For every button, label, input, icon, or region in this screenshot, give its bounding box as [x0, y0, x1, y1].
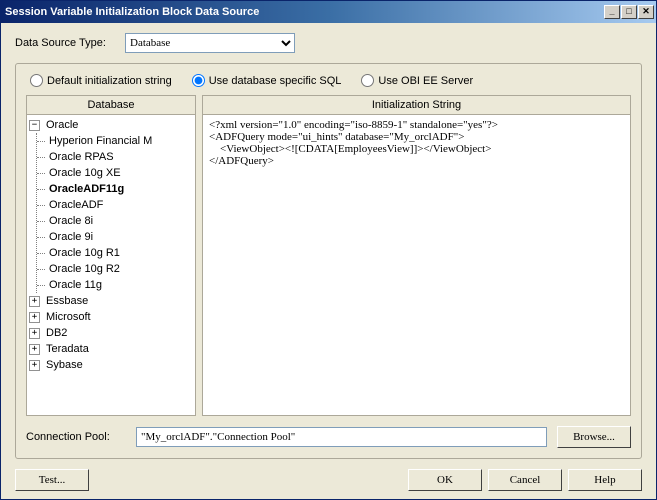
tree-sibling[interactable]: DB2	[29, 325, 195, 341]
radio-obiee-input[interactable]	[361, 74, 374, 87]
tree-child-label: Oracle 9i	[47, 231, 95, 243]
tree-child-label: Oracle 10g R1	[47, 247, 122, 259]
dialog-footer: Test... OK Cancel Help	[15, 469, 642, 491]
radio-dbspecific-input[interactable]	[192, 74, 205, 87]
panels-container: Database Oracle Hyperion Financial MOrac…	[26, 95, 631, 416]
tree-sibling-label: Teradata	[44, 343, 91, 355]
ok-button[interactable]: OK	[408, 469, 482, 491]
tree-child-label: OracleADF11g	[47, 183, 126, 195]
tree-child[interactable]: Oracle 8i	[47, 213, 195, 229]
tree-toggle-icon[interactable]	[29, 328, 40, 339]
tree-toggle-icon[interactable]	[29, 120, 40, 131]
radio-db-specific[interactable]: Use database specific SQL	[192, 74, 342, 87]
tree-child-label: Oracle RPAS	[47, 151, 116, 163]
browse-button[interactable]: Browse...	[557, 426, 631, 448]
tree-sibling-label: Essbase	[44, 295, 90, 307]
maximize-button[interactable]: □	[621, 5, 637, 19]
tree-toggle-icon[interactable]	[29, 312, 40, 323]
database-tree-scroll[interactable]: Oracle Hyperion Financial M Oracle RPAS Or…	[27, 115, 195, 415]
help-button[interactable]: Help	[568, 469, 642, 491]
database-panel-body: Oracle Hyperion Financial M Oracle RPAS Or…	[26, 115, 196, 416]
tree-child[interactable]: Oracle RPAS	[47, 149, 195, 165]
dialog-window: Session Variable Initialization Block Da…	[0, 0, 657, 500]
tree-sibling[interactable]: Teradata	[29, 341, 195, 357]
tree-child-label: OracleADF	[47, 199, 105, 211]
tree-sibling-label: Microsoft	[44, 311, 93, 323]
data-source-type-row: Data Source Type: Database	[15, 33, 642, 53]
database-panel-header: Database	[26, 95, 196, 115]
init-string-scroll[interactable]: <?xml version="1.0" encoding="iso-8859-1…	[203, 115, 630, 415]
tree-sibling-label: Sybase	[44, 359, 85, 371]
window-title: Session Variable Initialization Block Da…	[5, 6, 603, 18]
tree-child-label: Oracle 8i	[47, 215, 95, 227]
tree-child[interactable]: Oracle 10g R1	[47, 245, 195, 261]
test-button[interactable]: Test...	[15, 469, 89, 491]
tree-root-oracle[interactable]: Oracle	[29, 117, 195, 133]
tree-toggle-icon[interactable]	[29, 360, 40, 371]
data-source-type-select[interactable]: Database	[125, 33, 295, 53]
init-string-body: <?xml version="1.0" encoding="iso-8859-1…	[202, 115, 631, 416]
init-string-panel: Initialization String <?xml version="1.0…	[202, 95, 631, 416]
tree-sibling[interactable]: Sybase	[29, 357, 195, 373]
tree-sibling[interactable]: Essbase	[29, 293, 195, 309]
radio-obiee[interactable]: Use OBI EE Server	[361, 74, 473, 87]
data-source-type-label: Data Source Type:	[15, 37, 125, 49]
radio-dbspecific-label: Use database specific SQL	[209, 75, 342, 87]
tree-siblings: Essbase Microsoft DB2 Teradata Sybase	[29, 293, 195, 373]
title-bar: Session Variable Initialization Block Da…	[1, 1, 656, 23]
tree-root-label: Oracle	[44, 119, 80, 131]
tree-children-oracle: Hyperion Financial M Oracle RPAS Oracle 10…	[36, 133, 195, 293]
database-panel: Database Oracle Hyperion Financial MOrac…	[26, 95, 196, 416]
dialog-body: Data Source Type: Database Default initi…	[1, 23, 656, 499]
init-string-header: Initialization String	[202, 95, 631, 115]
connection-pool-row: Connection Pool: Browse...	[26, 426, 631, 448]
tree-child-label: Oracle 10g XE	[47, 167, 123, 179]
tree-child[interactable]: Hyperion Financial M	[47, 133, 195, 149]
radio-obiee-label: Use OBI EE Server	[378, 75, 473, 87]
tree-sibling[interactable]: Microsoft	[29, 309, 195, 325]
connection-pool-input[interactable]	[136, 427, 547, 447]
tree-child[interactable]: Oracle 9i	[47, 229, 195, 245]
tree-child-label: Oracle 11g	[47, 279, 104, 291]
minimize-button[interactable]: _	[604, 5, 620, 19]
tree-child[interactable]: Oracle 10g R2	[47, 261, 195, 277]
tree-sibling-label: DB2	[44, 327, 69, 339]
radio-default-label: Default initialization string	[47, 75, 172, 87]
tree-child[interactable]: Oracle 11g	[47, 277, 195, 293]
tree-child[interactable]: OracleADF11g	[47, 181, 195, 197]
sql-mode-radios: Default initialization string Use databa…	[26, 74, 631, 87]
tree-toggle-icon[interactable]	[29, 296, 40, 307]
connection-pool-label: Connection Pool:	[26, 431, 126, 443]
close-button[interactable]: ✕	[638, 5, 654, 19]
tree-child[interactable]: Oracle 10g XE	[47, 165, 195, 181]
tree-child-label: Oracle 10g R2	[47, 263, 122, 275]
radio-default-input[interactable]	[30, 74, 43, 87]
window-controls: _ □ ✕	[603, 5, 654, 19]
tree-toggle-icon[interactable]	[29, 344, 40, 355]
radio-default-init[interactable]: Default initialization string	[30, 74, 172, 87]
tree-child[interactable]: OracleADF	[47, 197, 195, 213]
main-groupbox: Default initialization string Use databa…	[15, 63, 642, 459]
footer-spacer	[95, 469, 402, 491]
tree-child-label: Hyperion Financial M	[47, 135, 154, 147]
cancel-button[interactable]: Cancel	[488, 469, 562, 491]
init-string-text[interactable]: <?xml version="1.0" encoding="iso-8859-1…	[203, 115, 630, 171]
database-tree: Oracle Hyperion Financial M Oracle RPAS Or…	[27, 115, 195, 375]
